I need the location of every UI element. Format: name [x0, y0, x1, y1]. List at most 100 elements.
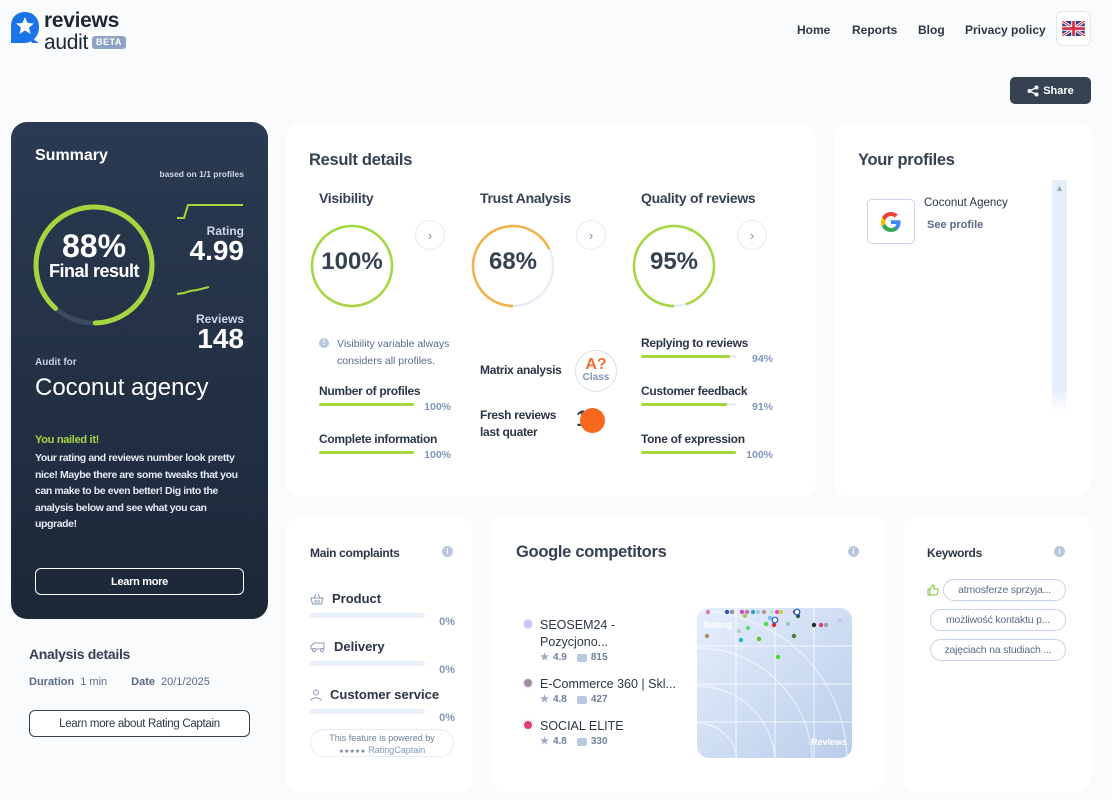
competitor-name: SOCIAL ELITE [540, 719, 624, 733]
comment-icon [576, 737, 587, 746]
chart-point [745, 625, 751, 631]
powered-by-badge[interactable]: This feature is powered by ★★★★★ RatingC… [310, 729, 454, 757]
visibility-note-text: Visibility variable always considers all… [337, 338, 450, 367]
class-badge: A? Class [575, 350, 617, 392]
see-profile-link[interactable]: See profile [927, 219, 983, 231]
metric-bar-fill [319, 451, 414, 454]
fresh-reviews-indicator [580, 408, 605, 433]
keywords-card: Keywords i atmosferze sprzyja... możliwo… [903, 515, 1091, 793]
comment-icon [576, 653, 587, 662]
analysis-details: Analysis details Duration 1 min Date 20/… [29, 646, 210, 688]
metric-label: Replying to reviews [641, 336, 748, 350]
keyword-chip[interactable]: atmosferze sprzyja... [943, 579, 1066, 601]
chart-point [761, 609, 767, 615]
competitor-color-dot [524, 721, 532, 729]
chart-point [823, 622, 829, 628]
competitor-item[interactable]: E-Commerce 360 | Skl... ★ 4.8 427 [524, 676, 684, 705]
trust-analysis-title: Trust Analysis [480, 190, 571, 206]
chart-point [818, 622, 824, 628]
competitors-scatter-chart[interactable]: Rating Reviews [697, 608, 852, 758]
nav-home[interactable]: Home [797, 23, 830, 37]
chart-point [775, 654, 781, 660]
competitor-reviews: 427 [590, 694, 608, 705]
share-button[interactable]: Share [1010, 77, 1091, 104]
logo[interactable]: reviews audit BETA [10, 10, 126, 53]
info-icon[interactable]: i [848, 546, 859, 557]
chart-point [791, 633, 797, 639]
fresh-reviews-line1: Fresh reviews [480, 408, 557, 422]
beta-badge: BETA [92, 36, 126, 49]
visibility-title: Visibility [319, 190, 374, 206]
chart-point [785, 621, 791, 627]
visibility-details-button[interactable]: › [415, 220, 445, 250]
chart-point [739, 609, 745, 615]
metric-complete-information: Complete information 100% [319, 432, 454, 461]
main-complaints-card: Main complaints i Product 0% Delivery 0%… [286, 515, 473, 793]
uk-flag-icon [1062, 21, 1085, 36]
chart-y-label: Rating [704, 620, 732, 630]
chart-point [778, 609, 784, 615]
chart-point-own [793, 608, 801, 616]
based-on-profiles: based on 1/1 profiles [159, 169, 244, 179]
chart-point [769, 609, 775, 615]
summary-message: Your rating and reviews number look pret… [35, 452, 238, 531]
chart-point [837, 618, 843, 624]
keyword-chip[interactable]: możliwość kontaktu p... [930, 609, 1066, 631]
learn-more-rating-captain-button[interactable]: Learn more about Rating Captain [29, 710, 250, 737]
competitor-item[interactable]: SOCIAL ELITE ★ 4.8 330 [524, 718, 684, 747]
competitor-reviews: 330 [590, 736, 608, 747]
fresh-reviews-label: Fresh reviews last quater [480, 407, 556, 441]
competitor-rating: 4.8 [552, 736, 567, 747]
date-value: 20/1/2025 [160, 676, 210, 688]
logo-text-reviews: reviews [44, 9, 119, 32]
info-icon[interactable]: i [1054, 546, 1065, 557]
metric-label: Customer feedback [641, 384, 748, 398]
nav-reports[interactable]: Reports [852, 23, 897, 37]
visibility-note: ! Visibility variable always considers a… [319, 336, 464, 370]
scroll-up-icon[interactable]: ▲ [1052, 183, 1067, 193]
competitor-name: E-Commerce 360 | Skl... [540, 677, 676, 691]
rating-sparkline [177, 204, 243, 219]
visibility-value: 100% [321, 248, 383, 275]
chart-point [750, 609, 756, 615]
profiles-scrollbar[interactable]: ▲ [1052, 180, 1067, 412]
summary-title: Summary [35, 147, 108, 164]
duration-value: 1 min [80, 676, 108, 688]
chart-point [729, 609, 735, 615]
chevron-right-icon: › [427, 227, 433, 243]
profile-google-logo[interactable] [867, 199, 915, 244]
metric-value: 91% [751, 401, 773, 413]
keyword-chip[interactable]: zajęciach na studiach ... [930, 639, 1066, 661]
chart-point [738, 637, 744, 643]
competitor-color-dot [524, 620, 532, 628]
comment-icon [576, 695, 587, 704]
competitor-rating: 4.9 [552, 652, 567, 663]
info-icon: ! [319, 338, 329, 348]
info-icon[interactable]: i [442, 546, 453, 557]
chart-point-own [771, 616, 779, 624]
matrix-analysis-label: Matrix analysis [480, 363, 562, 377]
complaint-label: Delivery [334, 639, 385, 654]
your-profiles-card: Your profiles Coconut Agency See profile… [834, 122, 1091, 497]
language-selector[interactable] [1056, 11, 1091, 46]
share-label: Share [1043, 84, 1074, 97]
competitor-rating: 4.8 [552, 694, 567, 705]
quality-details-button[interactable]: › [737, 220, 767, 250]
metric-value: 94% [751, 353, 773, 365]
chart-point [742, 613, 748, 619]
keywords-title: Keywords [927, 546, 982, 560]
metric-label: Number of profiles [319, 384, 421, 398]
chart-point [774, 609, 780, 615]
trust-details-button[interactable]: › [576, 220, 606, 250]
complaint-customer-service: Customer service 0% [310, 687, 460, 724]
summary-card: Summary based on 1/1 profiles 88% Final … [11, 122, 268, 619]
visibility-column: Visibility 100% › ! Visibility variable … [310, 190, 479, 461]
competitor-item[interactable]: SEOSEM24 - Pozycjono... ★ 4.9 815 [524, 617, 684, 663]
learn-more-button[interactable]: Learn more [35, 568, 244, 595]
metric-bar-fill [641, 403, 728, 406]
summary-headline: You nailed it! [35, 434, 100, 446]
competitor-name: SEOSEM24 - Pozycjono... [540, 618, 616, 649]
nav-privacy-policy[interactable]: Privacy policy [965, 23, 1046, 37]
van-icon [310, 642, 325, 652]
nav-blog[interactable]: Blog [918, 23, 945, 37]
